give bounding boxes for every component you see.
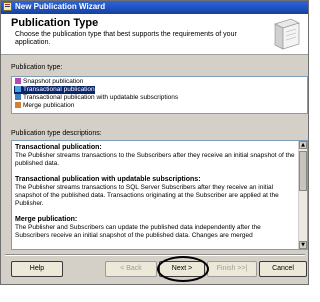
list-item-merge[interactable]: Merge publication [14,102,74,110]
publication-type-list[interactable]: Snapshot publication Transactional publi… [11,76,308,114]
snapshot-publication-icon [15,78,21,84]
desc-body-updatable: The Publisher streams transactions to SQ… [15,184,279,207]
merge-publication-icon [15,102,21,108]
desc-heading-updatable: Transactional publication with updatable… [15,176,201,183]
descriptions-box[interactable]: Transactional publication: The Publisher… [11,140,308,250]
list-item-transactional-updatable[interactable]: Transactional publication with updatable… [14,94,178,102]
scroll-up-arrow-icon[interactable]: ▲ [299,141,307,149]
desc-heading-merge: Merge publication: [15,216,78,223]
publication-type-label: Publication type: [11,64,63,71]
descriptions-scrollbar[interactable]: ▲ ▼ [298,141,307,249]
finish-button[interactable]: Finish >>| [207,261,257,277]
publication-book-icon [274,18,300,50]
descriptions-label: Publication type descriptions: [11,130,102,137]
help-button[interactable]: Help [11,261,63,277]
desc-body-merge: The Publisher and Subscribers can update… [15,224,261,239]
updatable-publication-icon [15,94,21,100]
scroll-thumb[interactable] [299,151,307,191]
desc-heading-transactional: Transactional publication: [15,144,102,151]
scroll-down-arrow-icon[interactable]: ▼ [299,241,307,249]
transactional-publication-icon [15,86,21,92]
list-item-transactional[interactable]: Transactional publication [14,86,95,94]
cancel-button[interactable]: Cancel [259,261,307,277]
title-bar[interactable]: New Publication Wizard [1,1,308,14]
next-button-highlight-circle [157,256,209,282]
page-title: Publication Type [11,17,99,29]
wizard-app-icon [3,2,12,11]
list-item-snapshot[interactable]: Snapshot publication [14,78,83,86]
back-button[interactable]: < Back [105,261,157,277]
button-separator [5,254,305,256]
window-title: New Publication Wizard [15,2,106,11]
desc-body-transactional: The Publisher streams transactions to th… [15,152,295,167]
wizard-window: New Publication Wizard Publication Type … [0,0,309,285]
wizard-header: Publication Type Choose the publication … [1,14,308,55]
page-description: Choose the publication type that best su… [15,31,237,46]
